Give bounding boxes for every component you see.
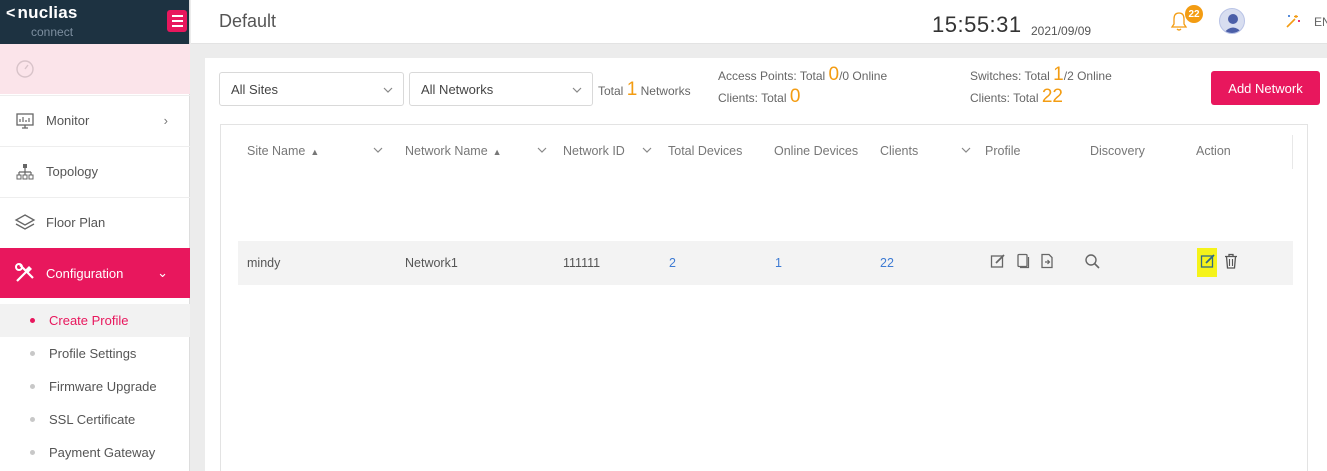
column-header-network-name[interactable]: Network Name ▲ [405,144,502,158]
magic-wand-icon[interactable] [1284,12,1302,35]
submenu-ssl-certificate[interactable]: SSL Certificate [0,403,190,436]
ap-clients-stat: Clients: Total 0 [718,86,801,107]
bullet-icon [30,417,35,422]
sort-asc-icon: ▲ [310,147,320,157]
bullet-icon [30,318,35,323]
submenu-label: Payment Gateway [49,445,156,460]
copy-profile-icon[interactable] [1015,253,1031,274]
dashboard-icon [14,58,36,80]
switch-clients-stat: Clients: Total 22 [970,86,1063,107]
top-header: Default 15:55:31 2021/09/09 22 EN [191,0,1327,44]
cell-network-name: Network1 [405,256,458,270]
trash-icon[interactable] [1224,253,1238,274]
export-profile-icon[interactable] [1039,253,1055,274]
submenu-create-profile[interactable]: Create Profile [0,304,190,337]
user-avatar-icon[interactable] [1219,8,1245,34]
chevron-down-icon [383,83,393,98]
column-header-clients[interactable]: Clients [880,144,918,158]
submenu-profile-settings[interactable]: Profile Settings [0,337,190,370]
sidebar-item-floor-plan[interactable]: Floor Plan [0,197,190,247]
submenu-label: Firmware Upgrade [49,379,157,394]
select-value: All Networks [421,81,494,97]
submenu-firmware-upgrade[interactable]: Firmware Upgrade [0,370,190,403]
sidebar-item-dashboard[interactable]: Dashboard [0,44,190,94]
sidebar: < nuclias connect Dashboard Monitor › Top… [0,0,190,471]
sidebar-item-monitor[interactable]: Monitor › [0,95,190,145]
sidebar-item-topology[interactable]: Topology [0,146,190,196]
submenu-label: SSL Certificate [49,412,136,427]
column-filter-icon[interactable] [961,144,971,158]
chevron-down-icon [572,83,582,98]
column-header-profile: Profile [985,144,1021,158]
network-filter-select[interactable]: All Networks [409,72,593,106]
sidebar-item-label: Monitor [46,113,90,128]
edit-network-icon[interactable] [1200,253,1216,274]
column-header-network-id[interactable]: Network ID [563,144,625,158]
floor-plan-icon [14,212,36,234]
column-header-action: Action [1196,144,1231,158]
clock-time: 15:55:31 [932,12,1022,37]
sidebar-item-configuration[interactable]: Configuration ⌄ [0,248,190,298]
column-filter-icon[interactable] [537,144,547,158]
chevron-right-icon: › [163,113,168,128]
notification-badge: 22 [1185,5,1203,23]
cell-site-name: mindy [247,256,281,270]
monitor-icon [14,110,36,132]
column-divider [1292,135,1293,169]
site-filter-select[interactable]: All Sites [219,72,404,106]
menu-toggle-button[interactable] [167,10,187,32]
add-network-button[interactable]: Add Network [1211,71,1320,105]
bullet-icon [30,450,35,455]
edit-profile-icon[interactable] [990,253,1006,274]
sidebar-item-label: Floor Plan [46,215,106,230]
configuration-icon [14,262,36,284]
bullet-icon [30,384,35,389]
logo-subtitle: connect [31,25,74,39]
column-header-online-devices[interactable]: Online Devices [774,144,862,158]
sidebar-item-label: Topology [46,164,99,179]
page-title: Default [219,11,277,31]
sidebar-item-label: Dashboard [46,61,110,77]
column-header-site-name[interactable]: Site Name ▲ [247,144,319,158]
column-filter-icon[interactable] [373,144,383,158]
column-filter-icon[interactable] [642,144,652,158]
cell-online-devices-link[interactable]: 1 [775,256,782,270]
logo[interactable]: < nuclias [6,3,78,23]
cell-total-devices-link[interactable]: 2 [669,256,676,270]
clock-date: 2021/09/09 [1031,24,1092,38]
bullet-icon [30,351,35,356]
search-icon[interactable] [1084,253,1101,275]
submenu-label: Profile Settings [49,346,137,361]
select-value: All Sites [231,81,278,97]
sidebar-item-label: Configuration [46,265,124,281]
table-row: mindy Network1 111111 2 1 22 [238,241,1293,285]
submenu-label: Create Profile [49,313,129,328]
switches-stat: Switches: Total 1/2 Online [970,64,1112,85]
main-panel: All Sites All Networks Total 1 Networks … [205,58,1327,471]
sort-asc-icon: ▲ [492,147,502,157]
cell-network-id: 111111 [563,256,601,270]
access-points-stat: Access Points: Total 0/0 Online [718,64,888,85]
chevron-down-icon: ⌄ [157,265,168,280]
networks-table: Site Name ▲ Network Name ▲ Network ID Tota… [220,124,1308,471]
language-selector[interactable]: EN [1314,15,1327,29]
brand-bar: < nuclias connect [0,0,189,44]
column-header-total-devices[interactable]: Total Devices [668,144,765,158]
cell-clients-link[interactable]: 22 [880,256,894,270]
topology-icon [14,161,36,183]
total-networks-stat: Total 1 Networks [598,79,691,100]
column-header-discovery: Discovery [1090,144,1145,158]
submenu-payment-gateway[interactable]: Payment Gateway [0,436,190,469]
